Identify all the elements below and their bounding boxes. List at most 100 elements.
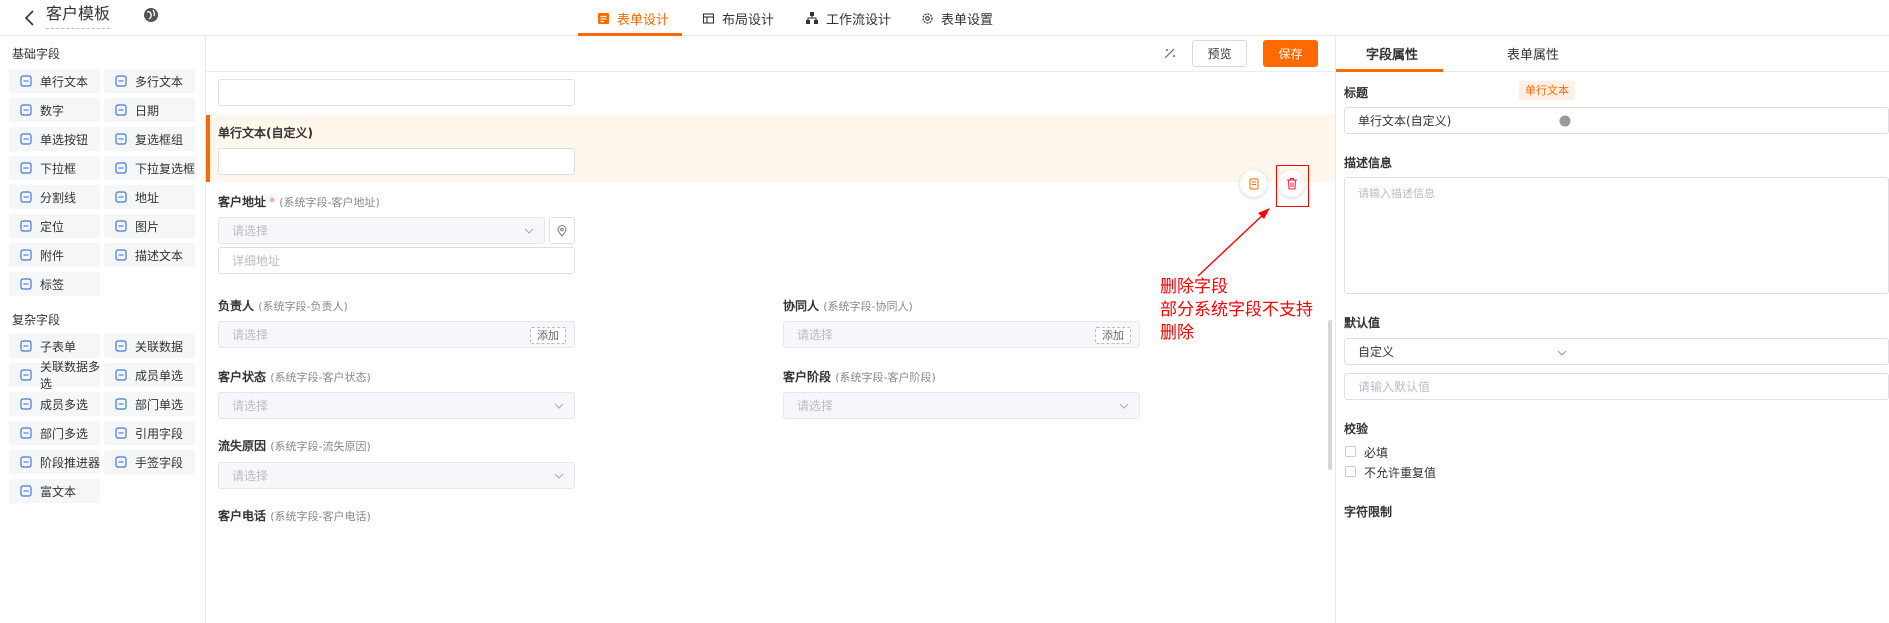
palette-field-label: 子表单 <box>40 339 77 354</box>
tab-layout-design[interactable]: 布局设计 <box>702 0 774 36</box>
image-icon <box>115 220 127 232</box>
palette-field-button[interactable]: 富文本 <box>9 479 100 503</box>
palette-field-button[interactable]: 子表单 <box>9 334 100 358</box>
status-select[interactable]: 请选择 <box>218 392 575 419</box>
title-input[interactable]: 单行文本(自定义) <box>1344 107 1889 134</box>
copy-field-button[interactable] <box>1240 170 1267 197</box>
paperclip-icon <box>20 249 32 261</box>
palette-field-button[interactable]: 部门多选 <box>9 421 100 445</box>
selected-text-input[interactable] <box>218 148 575 175</box>
no-duplicate-checkbox[interactable] <box>1345 466 1356 477</box>
palette-field-button[interactable]: 关联数据 <box>104 334 195 358</box>
palette-field-label: 描述文本 <box>135 248 184 263</box>
magic-wand-icon[interactable] <box>1163 46 1177 60</box>
palette-field-label: 关联数据多选 <box>40 360 101 391</box>
owner-select[interactable]: 请选择 添加 <box>218 321 575 348</box>
collaborator-field-label: 协同人 (系统字段-协同人) <box>783 297 913 314</box>
chevron-down-icon <box>524 228 534 234</box>
signature-icon <box>115 456 127 468</box>
description-textarea[interactable]: 请输入描述信息 <box>1344 177 1889 294</box>
palette-field-button[interactable]: 地址 <box>104 185 195 209</box>
text-icon <box>20 75 32 87</box>
title-label: 标题 <box>1344 86 1369 100</box>
palette-field-label: 引用字段 <box>135 426 184 441</box>
location-icon <box>115 191 127 203</box>
location-button[interactable] <box>549 217 575 244</box>
loss-reason-select[interactable]: 请选择 <box>218 462 575 489</box>
palette-field-button[interactable]: 部门单选 <box>104 392 195 416</box>
tab-form-settings[interactable]: 表单设置 <box>921 0 993 36</box>
palette-field-button[interactable]: 单行文本 <box>9 69 100 93</box>
system-field-hint: (系统字段-流失原因) <box>270 440 371 453</box>
palette-field-button[interactable]: 手签字段 <box>104 450 195 474</box>
palette-field-button[interactable]: 定位 <box>9 214 100 238</box>
palette-field-button[interactable]: 下拉复选框 <box>104 156 195 180</box>
palette-field-button[interactable]: 附件 <box>9 243 100 267</box>
field-type-badge: 单行文本 <box>1519 81 1575 100</box>
text-input[interactable] <box>218 79 575 106</box>
palette-field-button[interactable]: 分割线 <box>9 185 100 209</box>
stage-select[interactable]: 请选择 <box>783 392 1140 419</box>
globe-icon[interactable] <box>1559 115 1571 127</box>
tab-form-design[interactable]: 表单设计 <box>597 0 669 36</box>
globe-icon[interactable] <box>143 7 159 23</box>
palette-field-button[interactable]: 成员单选 <box>104 363 195 387</box>
tab-workflow-design[interactable]: 工作流设计 <box>805 0 891 36</box>
tag-icon <box>20 278 32 290</box>
palette-field-button[interactable]: 单选按钮 <box>9 127 100 151</box>
palette-field-label: 单行文本 <box>40 74 89 89</box>
palette-field-button[interactable]: 下拉框 <box>9 156 100 180</box>
tab-form-properties[interactable]: 表单属性 <box>1507 44 1559 63</box>
input-placeholder: 详细地址 <box>232 254 281 268</box>
divider-icon <box>20 191 32 203</box>
field-label-text: 客户电话 <box>218 509 267 523</box>
link-multi-icon <box>20 369 32 381</box>
org-icon <box>115 398 127 410</box>
template-title[interactable]: 客户模板 <box>46 3 111 29</box>
palette-field-button[interactable]: 描述文本 <box>104 243 195 267</box>
chevron-down-icon <box>1557 350 1567 356</box>
select-placeholder: 请选择 <box>232 328 269 342</box>
default-value-label: 默认值 <box>1344 316 1381 330</box>
tab-field-properties[interactable]: 字段属性 <box>1366 44 1418 63</box>
add-button[interactable]: 添加 <box>530 327 566 344</box>
system-field-hint: (系统字段-负责人) <box>258 300 348 313</box>
back-arrow-icon[interactable] <box>20 8 40 28</box>
system-field-hint: (系统字段-客户地址) <box>279 196 380 209</box>
annotation-highlight-box <box>1276 165 1309 207</box>
system-field-hint: (系统字段-客户阶段) <box>835 371 936 384</box>
select-placeholder: 请选择 <box>232 224 269 238</box>
palette-field-label: 下拉复选框 <box>135 161 196 176</box>
palette-field-button[interactable]: 标签 <box>9 272 100 296</box>
palette-field-button[interactable]: 关联数据多选 <box>9 360 100 391</box>
preview-button[interactable]: 预览 <box>1192 40 1247 67</box>
field-label-text: 负责人 <box>218 299 255 313</box>
detail-address-input[interactable]: 详细地址 <box>218 247 575 274</box>
input-placeholder: 请输入默认值 <box>1358 380 1431 394</box>
required-checkbox[interactable] <box>1345 446 1356 457</box>
owner-field-label: 负责人 (系统字段-负责人) <box>218 297 348 314</box>
address-region-select[interactable]: 请选择 <box>218 217 545 244</box>
palette-field-button[interactable]: 多行文本 <box>104 69 195 93</box>
number-icon <box>20 104 32 116</box>
palette-field-label: 复选框组 <box>135 132 184 147</box>
palette-field-button[interactable]: 引用字段 <box>104 421 195 445</box>
default-type-select[interactable]: 自定义 <box>1344 338 1889 365</box>
default-value-input[interactable]: 请输入默认值 <box>1344 373 1889 400</box>
collaborator-select[interactable]: 请选择 添加 <box>783 321 1140 348</box>
palette-field-button[interactable]: 日期 <box>104 98 195 122</box>
palette-field-button[interactable]: 阶段推进器 <box>9 450 100 474</box>
selected-indicator <box>206 115 210 182</box>
phone-field-label: 客户电话 (系统字段-客户电话) <box>218 507 371 524</box>
palette-field-button[interactable]: 复选框组 <box>104 127 195 151</box>
canvas-scrollbar[interactable] <box>1328 320 1332 470</box>
palette-field-button[interactable]: 图片 <box>104 214 195 238</box>
palette-field-button[interactable]: 数字 <box>9 98 100 122</box>
palette-field-label: 关联数据 <box>135 339 184 354</box>
palette-field-label: 成员单选 <box>135 368 184 383</box>
palette-field-button[interactable]: 成员多选 <box>9 392 100 416</box>
reference-icon <box>115 427 127 439</box>
add-button[interactable]: 添加 <box>1095 327 1131 344</box>
field-label: 单行文本(自定义) <box>218 126 313 140</box>
save-button[interactable]: 保存 <box>1263 40 1318 67</box>
